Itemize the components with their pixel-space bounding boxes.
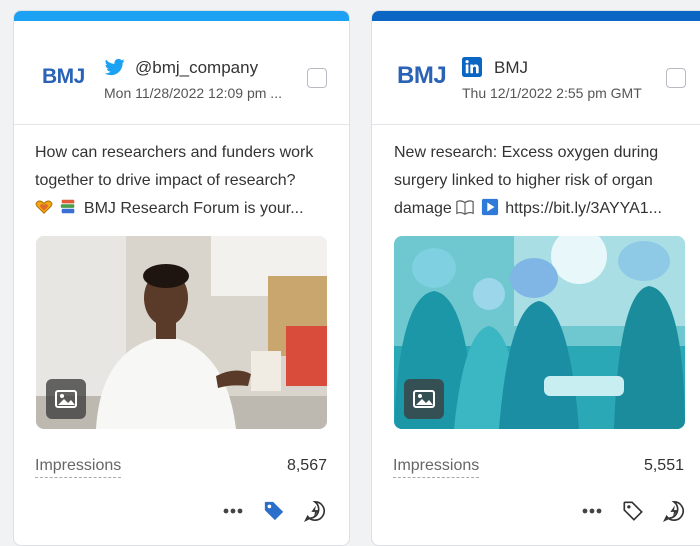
post-text: How can researchers and funders work tog… <box>35 139 335 223</box>
tag-icon <box>264 501 284 521</box>
post-link[interactable]: https://bit.ly/3AYYA1... <box>505 200 662 217</box>
more-button[interactable] <box>580 499 604 523</box>
boost-button[interactable] <box>662 499 686 523</box>
linkedin-icon <box>462 57 482 77</box>
post-text-line-3: BMJ Research Forum is your... <box>83 200 304 217</box>
post-text-line: together to drive impact of research? <box>35 172 296 189</box>
impressions-value: 5,551 <box>643 457 684 474</box>
profile-avatar[interactable]: BMJ <box>42 65 85 89</box>
post-text-line-3: damage <box>394 200 452 217</box>
boost-icon <box>304 501 325 522</box>
post-text-line: damage https://bit.ly/3AYYA1... <box>394 195 694 223</box>
network-color-bar <box>372 11 700 21</box>
tag-button[interactable] <box>262 499 286 523</box>
image-badge <box>46 379 86 419</box>
account-handle[interactable]: BMJ <box>494 58 528 78</box>
account-handle[interactable]: @bmj_company <box>135 58 258 78</box>
image-badge <box>404 379 444 419</box>
impressions-label[interactable]: Impressions <box>393 457 480 478</box>
impressions-value: 8,567 <box>286 457 327 474</box>
post-header: BMJ BMJ Thu 12/1/2022 2:55 pm GMT <box>372 21 700 125</box>
select-checkbox[interactable] <box>666 68 686 88</box>
post-card-linkedin[interactable]: BMJ BMJ Thu 12/1/2022 2:55 pm GMT New re… <box>371 10 700 546</box>
post-date: Mon 11/28/2022 12:09 pm ... <box>104 85 282 101</box>
boost-icon <box>663 501 684 522</box>
post-header: BMJ @bmj_company Mon 11/28/2022 12:09 pm… <box>14 21 349 125</box>
heart-hands-emoji <box>35 200 53 214</box>
post-date: Thu 12/1/2022 2:55 pm GMT <box>462 85 642 101</box>
post-text-line: New research: Excess oxygen during <box>394 144 659 161</box>
impressions-label[interactable]: Impressions <box>35 457 122 478</box>
twitter-icon <box>105 58 125 76</box>
more-dots-icon <box>223 508 243 514</box>
post-card-twitter[interactable]: BMJ @bmj_company Mon 11/28/2022 12:09 pm… <box>13 10 350 546</box>
post-text-line: BMJ Research Forum is your... <box>35 195 335 223</box>
post-text: New research: Excess oxygen during surge… <box>394 139 694 223</box>
more-button[interactable] <box>221 499 245 523</box>
image-icon <box>413 390 435 408</box>
post-image[interactable] <box>394 236 685 429</box>
select-checkbox[interactable] <box>307 68 327 88</box>
play-button-emoji <box>481 198 498 216</box>
network-color-bar <box>14 11 349 21</box>
more-dots-icon <box>582 508 602 514</box>
open-book-emoji <box>456 200 474 215</box>
image-icon <box>55 390 77 408</box>
tag-button[interactable] <box>621 499 645 523</box>
post-actions <box>221 499 327 523</box>
post-text-line: surgery linked to higher risk of organ <box>394 172 653 189</box>
post-actions <box>580 499 686 523</box>
boost-button[interactable] <box>303 499 327 523</box>
post-text-line: How can researchers and funders work <box>35 144 314 161</box>
post-image[interactable] <box>36 236 327 429</box>
tag-icon <box>623 501 643 521</box>
profile-avatar[interactable]: BMJ <box>397 62 447 90</box>
books-emoji <box>61 199 75 214</box>
